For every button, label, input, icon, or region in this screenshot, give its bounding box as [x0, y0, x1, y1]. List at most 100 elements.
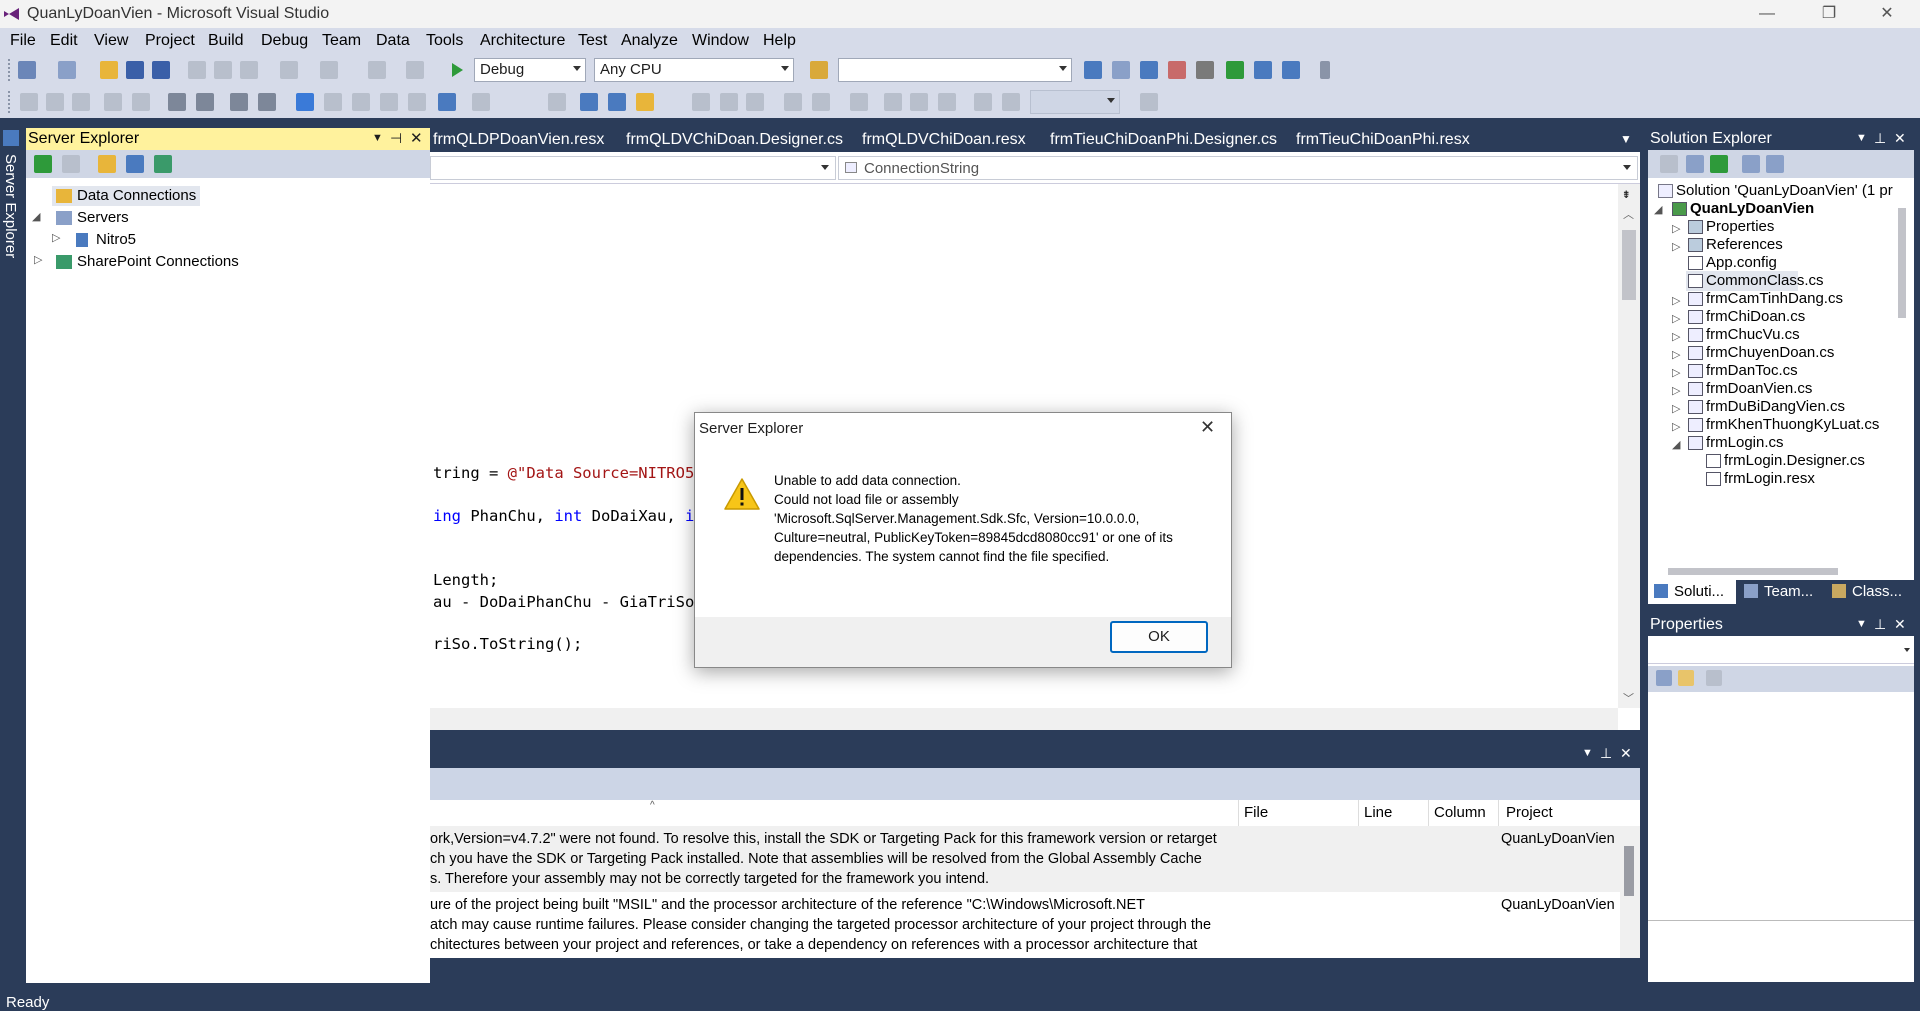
expand-arrow-icon[interactable]: ▷ — [1672, 384, 1680, 397]
panel-dropdown-icon[interactable]: ▼ — [1856, 132, 1867, 144]
outdent-icon[interactable] — [132, 93, 150, 111]
tree-item-frmkhenthuongkyluat[interactable]: frmKhenThuongKyLuat.cs — [1706, 416, 1879, 433]
size-icon[interactable] — [812, 93, 830, 111]
zoom-out-icon[interactable] — [1002, 93, 1020, 111]
bookmark-folder-icon[interactable] — [380, 93, 398, 111]
tab-frmtieuchidoanphi-resx[interactable]: frmTieuChiDoanPhi.resx — [1296, 131, 1470, 149]
table-row[interactable]: ork,Version=v4.7.2" were not found. To r… — [430, 826, 1620, 892]
expand-arrow-icon[interactable]: ▷ — [1672, 294, 1680, 307]
tools-icon[interactable] — [1196, 61, 1214, 79]
error-list-scrollbar[interactable] — [1620, 826, 1640, 958]
menu-tools[interactable]: Tools — [426, 32, 463, 50]
column-header-column[interactable]: Column — [1434, 804, 1486, 821]
close-panel-icon[interactable]: ✕ — [1894, 616, 1906, 633]
complete-word-icon[interactable] — [104, 93, 122, 111]
expand-arrow-icon[interactable]: ▷ — [1672, 348, 1680, 361]
menu-edit[interactable]: Edit — [50, 32, 78, 50]
close-window-button[interactable]: ✕ — [1864, 0, 1910, 28]
tab-solution-explorer[interactable]: Soluti... — [1648, 580, 1736, 604]
find-in-files-icon[interactable] — [810, 61, 828, 79]
expand-arrow-icon[interactable]: ▷ — [1672, 420, 1680, 433]
server-explorer-tab[interactable]: Server Explorer — [2, 154, 19, 258]
tree-item-frmcamtinhdang[interactable]: frmCamTinhDang.cs — [1706, 290, 1843, 307]
previous-bookmark-icon[interactable] — [324, 93, 342, 111]
dialog-close-button[interactable]: ✕ — [1200, 417, 1215, 438]
properties-icon[interactable] — [1660, 155, 1678, 173]
expand-arrow-icon[interactable]: ▷ — [1672, 402, 1680, 415]
column-header-line[interactable]: Line — [1364, 804, 1392, 821]
project-node[interactable]: QuanLyDoanVien — [1690, 200, 1814, 217]
save-icon[interactable] — [126, 61, 144, 79]
align-icon[interactable] — [692, 93, 710, 111]
solution-node[interactable]: Solution 'QuanLyDoanVien' (1 pr — [1676, 182, 1893, 199]
tree-item-app-config[interactable]: App.config — [1706, 254, 1777, 271]
server-explorer-icon[interactable] — [3, 130, 19, 146]
column-header-file[interactable]: File — [1244, 804, 1268, 821]
type-dropdown[interactable] — [430, 156, 836, 180]
tree-item-frmchidoan[interactable]: frmChiDoan.cs — [1706, 308, 1805, 325]
expand-arrow-icon[interactable]: ▷ — [1672, 312, 1680, 325]
editor-vertical-scrollbar[interactable]: ⇟ ︿ ﹀ — [1618, 184, 1640, 708]
lock-icon[interactable] — [636, 93, 654, 111]
refresh-icon[interactable] — [548, 93, 566, 111]
design-view-icon[interactable] — [608, 93, 626, 111]
cut-icon[interactable] — [188, 61, 206, 79]
bookmark-icon[interactable] — [296, 93, 314, 111]
menu-debug[interactable]: Debug — [261, 32, 308, 50]
command-window-icon[interactable] — [1282, 61, 1300, 79]
scroll-down-icon[interactable]: ﹀ — [1623, 690, 1634, 706]
text-a-icon[interactable] — [884, 93, 902, 111]
menu-data[interactable]: Data — [376, 32, 410, 50]
editor-horizontal-scrollbar[interactable] — [430, 708, 1618, 730]
panel-dropdown-icon[interactable]: ▼ — [1582, 747, 1593, 759]
scroll-thumb[interactable] — [1624, 846, 1634, 896]
menu-file[interactable]: File — [10, 32, 36, 50]
panel-dropdown-icon[interactable]: ▼ — [1856, 618, 1867, 630]
tab-frmqldvchidoan-designer[interactable]: frmQLDVChiDoan.Designer.cs — [626, 131, 843, 149]
tree-item-frmchucvu[interactable]: frmChucVu.cs — [1706, 326, 1800, 343]
clear-bookmarks-icon[interactable] — [438, 93, 456, 111]
step-over-icon[interactable] — [472, 93, 490, 111]
panel-dropdown-icon[interactable]: ▼ — [372, 132, 383, 144]
unindent-icon[interactable] — [258, 93, 276, 111]
text-at-icon[interactable] — [910, 93, 928, 111]
minimize-button[interactable]: — — [1744, 0, 1790, 28]
zoom-combo[interactable] — [1030, 90, 1120, 114]
close-panel-icon[interactable]: ✕ — [1620, 745, 1632, 762]
close-panel-icon[interactable]: ✕ — [1894, 130, 1906, 147]
pin-icon[interactable]: ⊥ — [1874, 616, 1886, 633]
stop-refresh-icon[interactable] — [62, 155, 80, 173]
tree-item-frmchuyendoan[interactable]: frmChuyenDoan.cs — [1706, 344, 1834, 361]
tab-list-dropdown-icon[interactable]: ▼ — [1620, 132, 1632, 146]
tree-node-sharepoint-connections[interactable]: SharePoint Connections — [77, 253, 239, 270]
solution-platform-combo[interactable]: Any CPU — [594, 58, 794, 82]
menu-window[interactable]: Window — [692, 32, 749, 50]
expand-arrow-icon[interactable]: ▷ — [34, 253, 42, 266]
attach-icon[interactable] — [580, 93, 598, 111]
expand-arrow-icon[interactable]: ▷ — [1672, 240, 1680, 253]
refresh-icon[interactable] — [34, 155, 52, 173]
toolbar-grip[interactable] — [8, 91, 12, 113]
view-code-icon[interactable] — [1742, 155, 1760, 173]
window-layout-icon[interactable] — [1140, 93, 1158, 111]
show-all-files-icon[interactable] — [1686, 155, 1704, 173]
tree-item-references[interactable]: References — [1706, 236, 1783, 253]
tab-frmtieuchidoanphi-designer[interactable]: frmTieuChiDoanPhi.Designer.cs — [1050, 131, 1277, 149]
connect-to-database-icon[interactable] — [98, 155, 116, 173]
tab-class-view[interactable]: Class... — [1826, 580, 1912, 604]
refresh-icon[interactable] — [1710, 155, 1728, 173]
menu-test[interactable]: Test — [578, 32, 607, 50]
collapse-arrow-icon[interactable]: ◢ — [1672, 438, 1680, 451]
uncomment-icon[interactable] — [196, 93, 214, 111]
menu-view[interactable]: View — [94, 32, 128, 50]
scroll-up-icon[interactable]: ︿ — [1623, 206, 1634, 222]
tab-frmqldvchidoan-resx[interactable]: frmQLDVChiDoan.resx — [862, 131, 1026, 149]
toolbar-grip[interactable] — [8, 59, 12, 81]
new-project-icon[interactable] — [18, 61, 36, 79]
menu-build[interactable]: Build — [208, 32, 244, 50]
tree-item-commonclass[interactable]: CommonClass.cs — [1706, 272, 1824, 289]
extension-manager-icon[interactable] — [1254, 61, 1272, 79]
undo-icon[interactable] — [280, 61, 298, 79]
solution-hscrollbar-thumb[interactable] — [1668, 568, 1838, 575]
zoom-in-icon[interactable] — [974, 93, 992, 111]
